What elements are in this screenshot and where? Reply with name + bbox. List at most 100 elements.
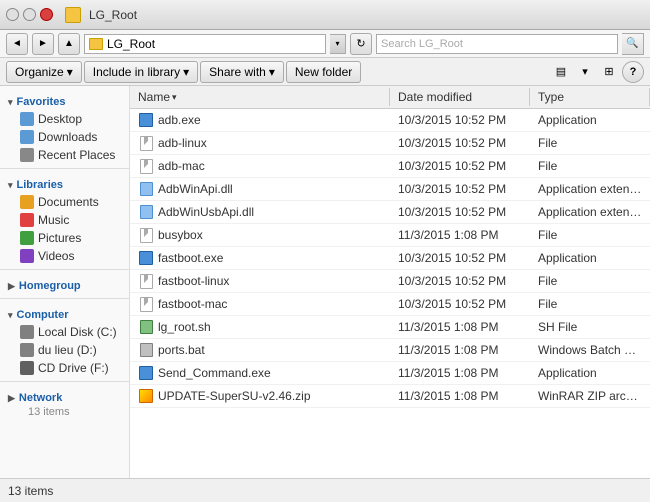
music-icon <box>20 213 34 227</box>
main-content: ▾ Favorites Desktop Downloads Recent Pla… <box>0 86 650 478</box>
column-header-type[interactable]: Type <box>530 88 650 106</box>
exe-file-icon <box>139 251 153 265</box>
file-name: Send_Command.exe <box>158 366 271 380</box>
organize-button[interactable]: Organize ▾ <box>6 61 82 83</box>
sidebar-libraries-header[interactable]: ▾ Libraries <box>0 173 129 193</box>
exe-file-icon <box>139 113 153 127</box>
column-header-name[interactable]: Name ▾ <box>130 88 390 106</box>
share-with-button[interactable]: Share with ▾ <box>200 61 284 83</box>
share-dropdown-icon: ▾ <box>269 65 275 79</box>
table-row[interactable]: adb-mac 10/3/2015 10:52 PM File 204 KB <box>130 155 650 178</box>
table-row[interactable]: adb.exe 10/3/2015 10:52 PM Application 7… <box>130 109 650 132</box>
address-input[interactable]: LG_Root <box>84 34 326 54</box>
sidebar-divider-3 <box>0 298 129 299</box>
table-row[interactable]: busybox 11/3/2015 1:08 PM File 1,024 KB <box>130 224 650 247</box>
sidebar-item-d-drive[interactable]: du lieu (D:) <box>0 341 129 359</box>
table-row[interactable]: AdbWinApi.dll 10/3/2015 10:52 PM Applica… <box>130 178 650 201</box>
maximize-button[interactable] <box>23 8 36 21</box>
sidebar-favorites-header[interactable]: ▾ Favorites <box>0 90 129 110</box>
sidebar-divider-1 <box>0 168 129 169</box>
include-in-library-button[interactable]: Include in library ▾ <box>84 61 198 83</box>
sh-file-icon <box>140 320 153 334</box>
file-icon <box>138 273 154 289</box>
pictures-icon <box>20 231 34 245</box>
file-list-header: Name ▾ Date modified Type Size <box>130 86 650 109</box>
table-row[interactable]: AdbWinUsbApi.dll 10/3/2015 10:52 PM Appl… <box>130 201 650 224</box>
file-name: fastboot-linux <box>158 274 229 288</box>
file-name-cell: fastboot-linux <box>130 271 390 291</box>
file-name-cell: adb-mac <box>130 156 390 176</box>
file-type: Application <box>530 364 650 382</box>
new-folder-button[interactable]: New folder <box>286 61 361 83</box>
file-name-cell: ports.bat <box>130 340 390 360</box>
sidebar-network-header[interactable]: ▶ Network <box>0 386 129 406</box>
sidebar-item-local-disk[interactable]: Local Disk (C:) <box>0 323 129 341</box>
file-date: 11/3/2015 1:08 PM <box>390 226 530 244</box>
title-bar-controls: LG_Root <box>6 7 137 23</box>
table-row[interactable]: UPDATE-SuperSU-v2.46.zip 11/3/2015 1:08 … <box>130 385 650 408</box>
file-type: Windows Batch File <box>530 341 650 359</box>
sidebar-homegroup-header[interactable]: ▶ Homegroup <box>0 274 129 294</box>
videos-icon <box>20 249 34 263</box>
sidebar: ▾ Favorites Desktop Downloads Recent Pla… <box>0 86 130 478</box>
sidebar-libraries-label: Libraries <box>17 179 63 191</box>
sidebar-cd-drive-label: CD Drive (F:) <box>38 361 109 375</box>
include-label: Include in library <box>93 65 180 79</box>
sidebar-d-drive-label: du lieu (D:) <box>38 343 97 357</box>
favorites-chevron: ▾ <box>8 97 13 108</box>
downloads-icon <box>20 130 34 144</box>
help-button[interactable]: ? <box>622 61 644 83</box>
file-name-cell: busybox <box>130 225 390 245</box>
computer-chevron: ▾ <box>8 310 13 321</box>
network-chevron: ▶ <box>8 393 15 404</box>
table-row[interactable]: fastboot-linux 10/3/2015 10:52 PM File 5… <box>130 270 650 293</box>
address-bar: ◄ ► ▲ LG_Root ▾ ↻ Search LG_Root 🔍 <box>0 30 650 58</box>
minimize-button[interactable] <box>6 8 19 21</box>
table-row[interactable]: Send_Command.exe 11/3/2015 1:08 PM Appli… <box>130 362 650 385</box>
back-button[interactable]: ◄ <box>6 33 28 55</box>
file-type: File <box>530 226 650 244</box>
view-grid-button[interactable]: ⊞ <box>598 61 620 83</box>
file-name: UPDATE-SuperSU-v2.46.zip <box>158 389 311 403</box>
column-header-date[interactable]: Date modified <box>390 88 530 106</box>
documents-icon <box>20 195 34 209</box>
sidebar-local-disk-label: Local Disk (C:) <box>38 325 117 339</box>
file-name: adb.exe <box>158 113 201 127</box>
sidebar-item-documents[interactable]: Documents <box>0 193 129 211</box>
sidebar-item-desktop[interactable]: Desktop <box>0 110 129 128</box>
refresh-button[interactable]: ↻ <box>350 33 372 55</box>
file-date: 10/3/2015 10:52 PM <box>390 295 530 313</box>
file-type: Application <box>530 249 650 267</box>
search-input[interactable]: Search LG_Root <box>376 34 618 54</box>
sidebar-item-videos[interactable]: Videos <box>0 247 129 265</box>
toolbar: Organize ▾ Include in library ▾ Share wi… <box>0 58 650 86</box>
table-row[interactable]: fastboot-mac 10/3/2015 10:52 PM File 153… <box>130 293 650 316</box>
sidebar-item-music[interactable]: Music <box>0 211 129 229</box>
sidebar-pictures-label: Pictures <box>38 231 81 245</box>
forward-button[interactable]: ► <box>32 33 54 55</box>
address-folder-icon <box>89 38 103 50</box>
sidebar-computer-header[interactable]: ▾ Computer <box>0 303 129 323</box>
sidebar-divider-2 <box>0 269 129 270</box>
file-name: busybox <box>158 228 203 242</box>
file-name: adb-mac <box>158 159 205 173</box>
address-dropdown-button[interactable]: ▾ <box>330 34 346 54</box>
table-row[interactable]: adb-linux 10/3/2015 10:52 PM File 4,468 … <box>130 132 650 155</box>
sidebar-item-recent[interactable]: Recent Places <box>0 146 129 164</box>
sidebar-item-downloads[interactable]: Downloads <box>0 128 129 146</box>
desktop-icon <box>20 112 34 126</box>
search-submit-button[interactable]: 🔍 <box>622 33 644 55</box>
close-button[interactable] <box>40 8 53 21</box>
file-icon <box>138 388 154 404</box>
file-date: 10/3/2015 10:52 PM <box>390 203 530 221</box>
sidebar-divider-4 <box>0 381 129 382</box>
up-button[interactable]: ▲ <box>58 33 80 55</box>
table-row[interactable]: fastboot.exe 10/3/2015 10:52 PM Applicat… <box>130 247 650 270</box>
table-row[interactable]: lg_root.sh 11/3/2015 1:08 PM SH File 10 … <box>130 316 650 339</box>
sidebar-item-cd-drive[interactable]: CD Drive (F:) <box>0 359 129 377</box>
title-folder-icon <box>65 7 81 23</box>
sidebar-item-pictures[interactable]: Pictures <box>0 229 129 247</box>
view-details-button[interactable]: ▤ <box>550 61 572 83</box>
view-tiles-button[interactable]: ▾ <box>574 61 596 83</box>
table-row[interactable]: ports.bat 11/3/2015 1:08 PM Windows Batc… <box>130 339 650 362</box>
